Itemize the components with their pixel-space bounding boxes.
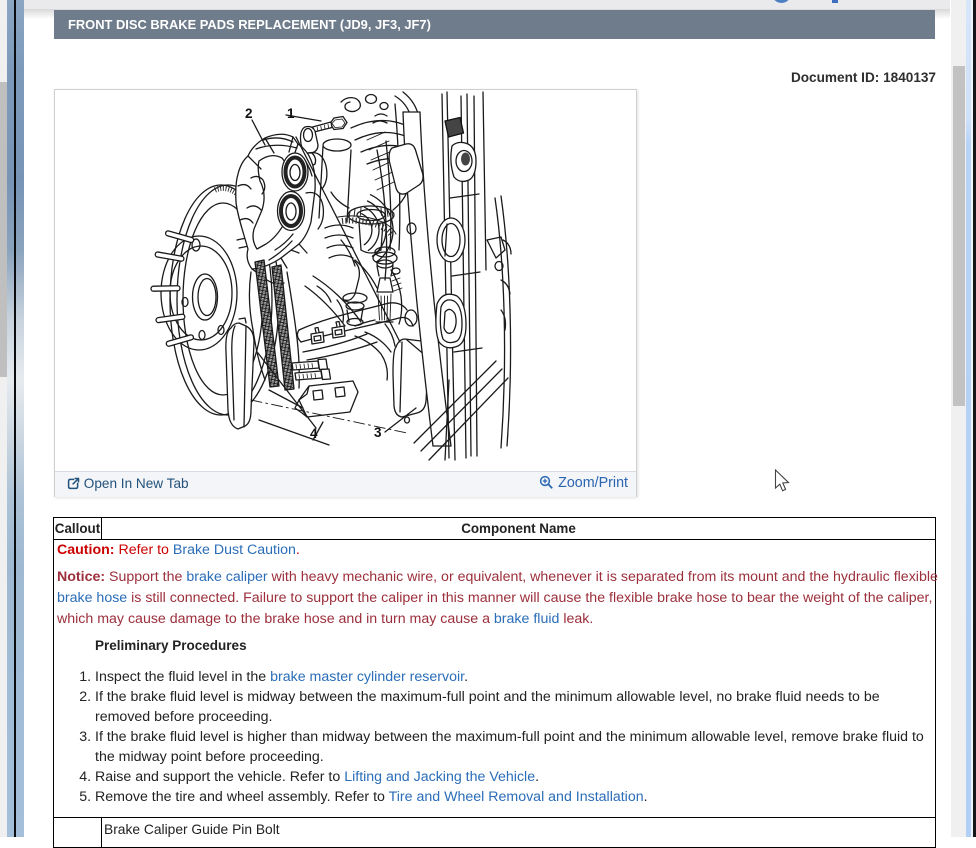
svg-text:1: 1 <box>287 106 295 121</box>
svg-text:2: 2 <box>245 106 253 121</box>
svg-text:3: 3 <box>374 425 382 440</box>
svg-text:4: 4 <box>310 426 318 441</box>
